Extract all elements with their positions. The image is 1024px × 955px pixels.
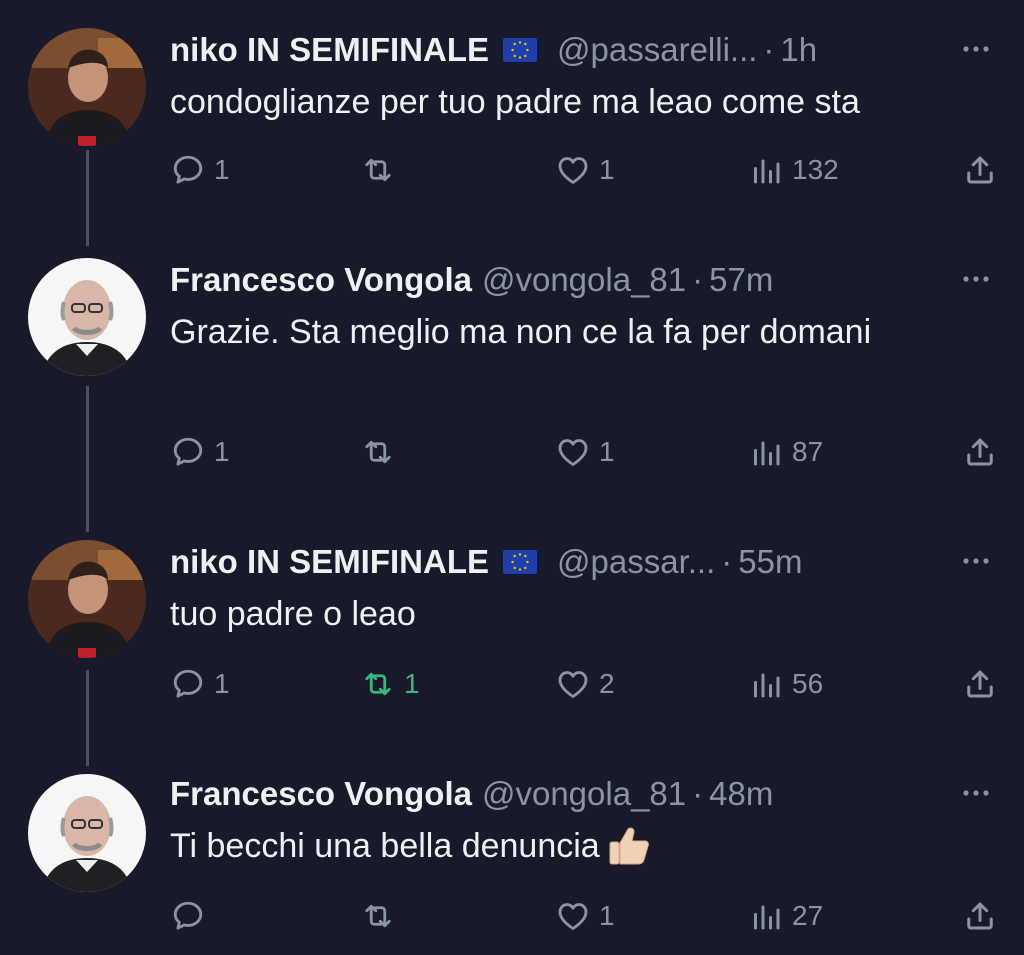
tweet-header: Francesco Vongola @vongola_81 · 57m: [170, 258, 773, 302]
reply-button[interactable]: 1: [170, 662, 230, 706]
share-icon: [962, 152, 998, 188]
heart-icon: [555, 666, 591, 702]
retweet-icon: [360, 434, 396, 470]
reply-count: 1: [214, 436, 230, 467]
tweet-actions: 1 1 87: [170, 430, 1010, 474]
tweet[interactable]: Francesco Vongola @vongola_81 · 57m Graz…: [0, 258, 1024, 508]
like-count: 2: [599, 668, 615, 699]
avatar[interactable]: [28, 774, 146, 892]
tweet-actions: 1 27: [170, 894, 1010, 938]
like-count: 1: [599, 900, 615, 931]
separator-dot: ·: [692, 775, 704, 812]
tweet-time[interactable]: 57m: [709, 261, 773, 299]
user-name[interactable]: niko IN SEMIFINALE: [170, 543, 489, 581]
share-icon: [962, 898, 998, 934]
tweet[interactable]: niko IN SEMIFINALE @passarelli... · 1h c…: [0, 28, 1024, 228]
avatar[interactable]: [28, 258, 146, 376]
tweet-header: niko IN SEMIFINALE @passarelli... · 1h: [170, 28, 817, 72]
tweet-actions: 1 1 2 56: [170, 662, 1010, 706]
avatar[interactable]: [28, 28, 146, 146]
reply-icon: [170, 898, 206, 934]
like-count: 1: [599, 154, 615, 185]
tweet-header: Francesco Vongola @vongola_81 · 48m: [170, 772, 773, 816]
retweet-button[interactable]: [360, 148, 404, 192]
retweet-icon: [360, 898, 396, 934]
retweet-icon: [360, 152, 396, 188]
retweet-button[interactable]: [360, 894, 404, 938]
more-options-icon[interactable]: [958, 34, 994, 64]
views-count: 27: [792, 900, 824, 931]
user-handle[interactable]: @vongola_81: [482, 775, 686, 813]
heart-icon: [555, 434, 591, 470]
share-icon: [962, 666, 998, 702]
user-name[interactable]: Francesco Vongola: [170, 775, 472, 813]
reply-button[interactable]: 1: [170, 430, 230, 474]
reply-count: 1: [214, 668, 230, 699]
like-button[interactable]: 1: [555, 894, 615, 938]
tweet-text: condoglianze per tuo padre ma leao come …: [170, 83, 860, 121]
tweet[interactable]: Francesco Vongola @vongola_81 · 48m Ti b…: [0, 772, 1024, 952]
retweet-icon: [360, 666, 396, 702]
more-options-icon[interactable]: [958, 546, 994, 576]
more-options-icon[interactable]: [958, 264, 994, 294]
tweet-text-container: Ti becchi una bella denuncia: [170, 822, 1010, 870]
tweet-header: niko IN SEMIFINALE @passar... · 55m: [170, 540, 802, 584]
heart-icon: [555, 898, 591, 934]
tweet-actions: 1 1 132: [170, 148, 1010, 192]
separator-dot: ·: [721, 543, 733, 580]
avatar[interactable]: [28, 540, 146, 658]
separator-dot: ·: [692, 261, 704, 298]
separator-dot: ·: [763, 31, 775, 68]
views-button[interactable]: 132: [748, 148, 839, 192]
tweet-time[interactable]: 1h: [780, 31, 817, 69]
views-count: 56: [792, 668, 824, 699]
retweet-button[interactable]: [360, 430, 404, 474]
tweet-text: tuo padre o leao: [170, 595, 416, 633]
share-icon: [962, 434, 998, 470]
like-count: 1: [599, 436, 615, 467]
reply-icon: [170, 152, 206, 188]
share-button[interactable]: [962, 148, 998, 192]
user-handle[interactable]: @passarelli...: [557, 31, 757, 69]
retweet-count: 1: [404, 668, 420, 699]
like-button[interactable]: 1: [555, 148, 615, 192]
more-options-icon[interactable]: [958, 778, 994, 808]
views-icon: [748, 152, 784, 188]
like-button[interactable]: 1: [555, 430, 615, 474]
views-count: 132: [792, 154, 839, 185]
user-handle[interactable]: @passar...: [557, 543, 715, 581]
reply-button[interactable]: [170, 894, 214, 938]
tweet[interactable]: niko IN SEMIFINALE @passar... · 55m tuo …: [0, 540, 1024, 740]
views-button[interactable]: 56: [748, 662, 823, 706]
thumbs-up-emoji: [606, 825, 652, 865]
user-name[interactable]: niko IN SEMIFINALE: [170, 31, 489, 69]
heart-icon: [555, 152, 591, 188]
share-button[interactable]: [962, 894, 998, 938]
share-button[interactable]: [962, 430, 998, 474]
share-button[interactable]: [962, 662, 998, 706]
views-icon: [748, 434, 784, 470]
views-button[interactable]: 27: [748, 894, 823, 938]
tweet-text: Ti becchi una bella denuncia: [170, 827, 600, 865]
user-name[interactable]: Francesco Vongola: [170, 261, 472, 299]
reply-count: 1: [214, 154, 230, 185]
eu-flag-icon: [503, 550, 537, 574]
views-button[interactable]: 87: [748, 430, 823, 474]
views-count: 87: [792, 436, 824, 467]
retweet-button[interactable]: 1: [360, 662, 420, 706]
like-button[interactable]: 2: [555, 662, 615, 706]
views-icon: [748, 898, 784, 934]
reply-button[interactable]: 1: [170, 148, 230, 192]
tweet-text: Grazie. Sta meglio ma non ce la fa per d…: [170, 313, 872, 351]
tweet-time[interactable]: 55m: [738, 543, 802, 581]
reply-icon: [170, 434, 206, 470]
user-handle[interactable]: @vongola_81: [482, 261, 686, 299]
reply-icon: [170, 666, 206, 702]
views-icon: [748, 666, 784, 702]
tweet-time[interactable]: 48m: [709, 775, 773, 813]
eu-flag-icon: [503, 38, 537, 62]
